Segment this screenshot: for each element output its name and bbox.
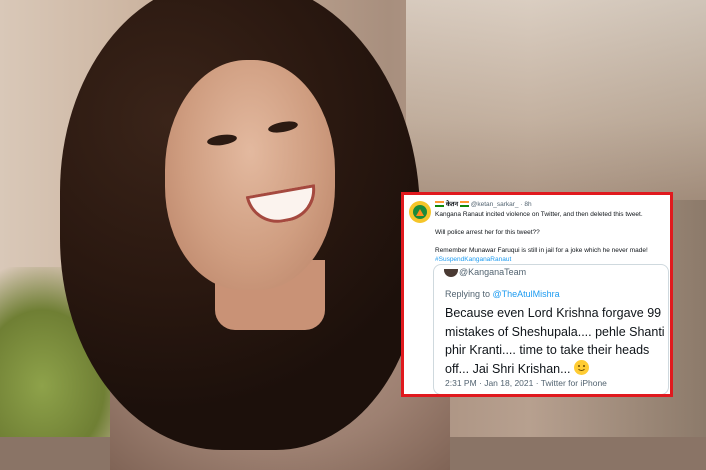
separator-dot: · bbox=[520, 201, 523, 208]
quoted-handle[interactable]: @KanganaTeam bbox=[459, 267, 526, 277]
quoted-tweet-text: Because even Lord Krishna forgave 99 mis… bbox=[445, 304, 665, 378]
tweet-avatar[interactable] bbox=[409, 201, 431, 223]
background-window bbox=[406, 0, 706, 200]
tweet-body: Kangana Ranaut incited violence on Twitt… bbox=[435, 210, 664, 264]
slightly-smiling-face-icon bbox=[574, 359, 589, 375]
tweet-line: Remember Munawar Faruqui is still in jai… bbox=[435, 247, 648, 254]
quoted-tweet[interactable]: @KanganaTeam Replying to @TheAtulMishra … bbox=[433, 264, 669, 394]
quoted-text-content: Because even Lord Krishna forgave 99 mis… bbox=[445, 306, 665, 376]
tweet-author-handle[interactable]: @ketan_sarkar_ bbox=[471, 201, 519, 208]
india-flag-icon bbox=[459, 201, 469, 208]
india-flag-icon bbox=[435, 201, 444, 208]
person-face bbox=[165, 60, 335, 290]
quoted-avatar bbox=[444, 269, 458, 277]
quoted-tweet-timestamp[interactable]: 2:31 PM · Jan 18, 2021 · Twitter for iPh… bbox=[445, 378, 607, 388]
tweet-line: Kangana Ranaut incited violence on Twitt… bbox=[435, 211, 643, 218]
tweet-line: Will police arrest her for this tweet?? bbox=[435, 229, 540, 236]
tweet-screenshot-card: केतन @ketan_sarkar_ · 8h Kangana Ranaut … bbox=[401, 192, 673, 397]
tweet-header: केतन @ketan_sarkar_ · 8h bbox=[435, 199, 664, 208]
replying-to-mention-link[interactable]: @TheAtulMishra bbox=[493, 289, 560, 299]
tweet-hashtag-link[interactable]: #SuspendKanganaRanaut bbox=[435, 255, 664, 264]
tweet-author-name[interactable]: केतन bbox=[446, 201, 458, 208]
tweet-age[interactable]: 8h bbox=[524, 201, 531, 208]
replying-to-label: Replying to bbox=[445, 289, 493, 299]
replying-to-line: Replying to @TheAtulMishra bbox=[445, 289, 560, 299]
